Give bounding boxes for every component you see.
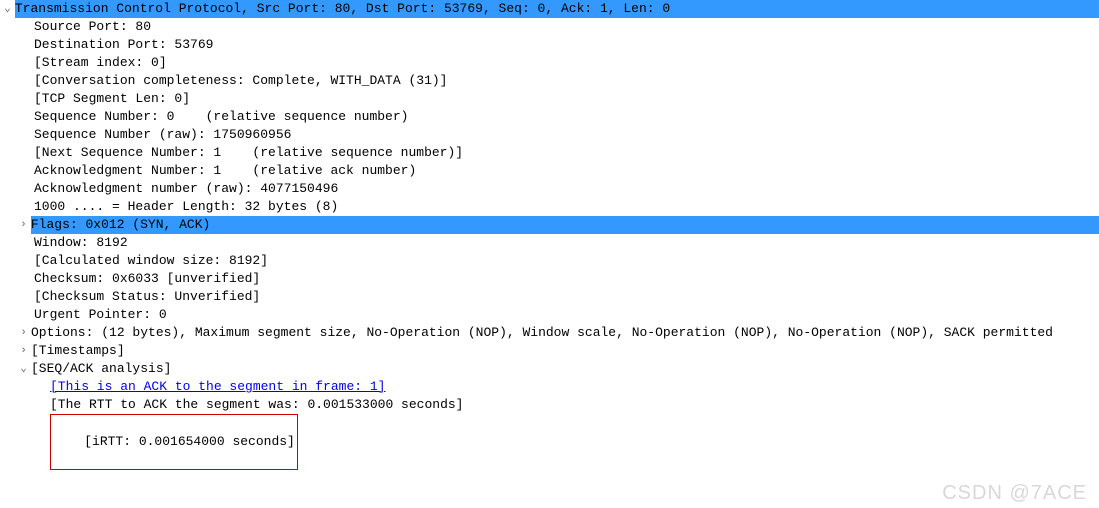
options-text: Options: (12 bytes), Maximum segment siz…: [31, 324, 1053, 342]
chevron-down-icon[interactable]: ⌄: [18, 360, 29, 378]
seq-ack-analysis-text: [SEQ/ACK analysis]: [31, 360, 171, 378]
ack-num-row[interactable]: Acknowledgment Number: 1 (relative ack n…: [0, 162, 1099, 180]
calc-window-row[interactable]: [Calculated window size: 8192]: [0, 252, 1099, 270]
seq-num-row[interactable]: Sequence Number: 0 (relative sequence nu…: [0, 108, 1099, 126]
chevron-right-icon[interactable]: ›: [18, 324, 29, 342]
rtt-to-ack-row[interactable]: [The RTT to ACK the segment was: 0.00153…: [0, 396, 1099, 414]
chevron-down-icon[interactable]: ⌄: [2, 0, 13, 18]
flags-text: Flags: 0x012 (SYN, ACK): [31, 216, 1099, 234]
urgent-ptr-row[interactable]: Urgent Pointer: 0: [0, 306, 1099, 324]
ack-num-raw-row[interactable]: Acknowledgment number (raw): 4077150496: [0, 180, 1099, 198]
window-row[interactable]: Window: 8192: [0, 234, 1099, 252]
ack-num-text: Acknowledgment Number: 1 (relative ack n…: [34, 162, 416, 180]
watermark-text: CSDN @7ACE: [942, 484, 1087, 502]
chevron-right-icon[interactable]: ›: [18, 342, 29, 360]
source-port-text: Source Port: 80: [34, 18, 151, 36]
ack-frame-link[interactable]: [This is an ACK to the segment in frame:…: [50, 378, 385, 396]
tcp-seg-len-row[interactable]: [TCP Segment Len: 0]: [0, 90, 1099, 108]
next-seq-text: [Next Sequence Number: 1 (relative seque…: [34, 144, 463, 162]
header-len-row[interactable]: 1000 .... = Header Length: 32 bytes (8): [0, 198, 1099, 216]
options-row[interactable]: › Options: (12 bytes), Maximum segment s…: [0, 324, 1099, 342]
checksum-status-row[interactable]: [Checksum Status: Unverified]: [0, 288, 1099, 306]
urgent-ptr-text: Urgent Pointer: 0: [34, 306, 167, 324]
timestamps-text: [Timestamps]: [31, 342, 125, 360]
source-port-row[interactable]: Source Port: 80: [0, 18, 1099, 36]
irtt-text: [iRTT: 0.001654000 seconds]: [84, 434, 295, 449]
seq-num-raw-row[interactable]: Sequence Number (raw): 1750960956: [0, 126, 1099, 144]
tcp-header-row[interactable]: ⌄ Transmission Control Protocol, Src Por…: [0, 0, 1099, 18]
header-len-text: 1000 .... = Header Length: 32 bytes (8): [34, 198, 338, 216]
checksum-status-text: [Checksum Status: Unverified]: [34, 288, 260, 306]
ack-num-raw-text: Acknowledgment number (raw): 4077150496: [34, 180, 338, 198]
irtt-highlight-box: [iRTT: 0.001654000 seconds]: [50, 414, 298, 470]
stream-index-row[interactable]: [Stream index: 0]: [0, 54, 1099, 72]
dest-port-text: Destination Port: 53769: [34, 36, 213, 54]
irtt-row[interactable]: [iRTT: 0.001654000 seconds]: [0, 414, 1099, 470]
ack-link-row[interactable]: [This is an ACK to the segment in frame:…: [0, 378, 1099, 396]
seq-num-text: Sequence Number: 0 (relative sequence nu…: [34, 108, 408, 126]
conv-completeness-text: [Conversation completeness: Complete, WI…: [34, 72, 447, 90]
checksum-row[interactable]: Checksum: 0x6033 [unverified]: [0, 270, 1099, 288]
tcp-seg-len-text: [TCP Segment Len: 0]: [34, 90, 190, 108]
dest-port-row[interactable]: Destination Port: 53769: [0, 36, 1099, 54]
checksum-text: Checksum: 0x6033 [unverified]: [34, 270, 260, 288]
seq-ack-analysis-row[interactable]: ⌄ [SEQ/ACK analysis]: [0, 360, 1099, 378]
calc-window-text: [Calculated window size: 8192]: [34, 252, 268, 270]
rtt-to-ack-text: [The RTT to ACK the segment was: 0.00153…: [50, 396, 463, 414]
chevron-right-icon[interactable]: ›: [18, 216, 29, 234]
tcp-header-text: Transmission Control Protocol, Src Port:…: [15, 0, 1099, 18]
window-text: Window: 8192: [34, 234, 128, 252]
seq-num-raw-text: Sequence Number (raw): 1750960956: [34, 126, 291, 144]
timestamps-row[interactable]: › [Timestamps]: [0, 342, 1099, 360]
next-seq-row[interactable]: [Next Sequence Number: 1 (relative seque…: [0, 144, 1099, 162]
stream-index-text: [Stream index: 0]: [34, 54, 167, 72]
flags-row[interactable]: › Flags: 0x012 (SYN, ACK): [0, 216, 1099, 234]
conv-completeness-row[interactable]: [Conversation completeness: Complete, WI…: [0, 72, 1099, 90]
